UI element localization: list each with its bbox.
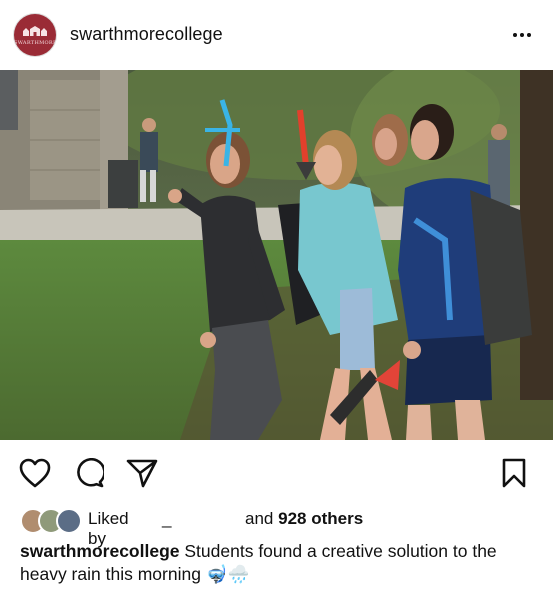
students-walking-photo	[0, 70, 553, 440]
likes-row: Liked by _ and 928 others	[20, 506, 540, 548]
post-photo[interactable]	[0, 70, 553, 440]
post-header: SWARTHMORE swarthmorecollege	[0, 0, 553, 70]
likes-others[interactable]: and 928 others	[245, 509, 363, 529]
more-dots-icon[interactable]	[513, 26, 535, 44]
college-building-logo-icon	[23, 26, 47, 36]
likes-count: 928 others	[278, 509, 364, 528]
avatar-logo-text: SWARTHMORE	[14, 40, 56, 46]
likes-and-label: and	[245, 509, 274, 528]
post-actions-bar	[0, 440, 553, 504]
liker-avatar	[56, 508, 82, 534]
send-icon[interactable]	[125, 456, 159, 490]
account-avatar[interactable]: SWARTHMORE	[14, 14, 56, 56]
caption-emojis: 🤿🌧️	[205, 564, 250, 584]
liked-by-user[interactable]: _	[162, 509, 171, 529]
caption-username[interactable]: swarthmorecollege	[20, 541, 180, 561]
account-username[interactable]: swarthmorecollege	[70, 24, 223, 45]
bookmark-icon[interactable]	[497, 456, 531, 490]
heart-icon[interactable]	[18, 456, 52, 490]
comment-icon[interactable]	[72, 456, 106, 490]
post-caption: swarthmorecollege Students found a creat…	[20, 540, 535, 586]
liker-avatars[interactable]	[20, 506, 82, 534]
